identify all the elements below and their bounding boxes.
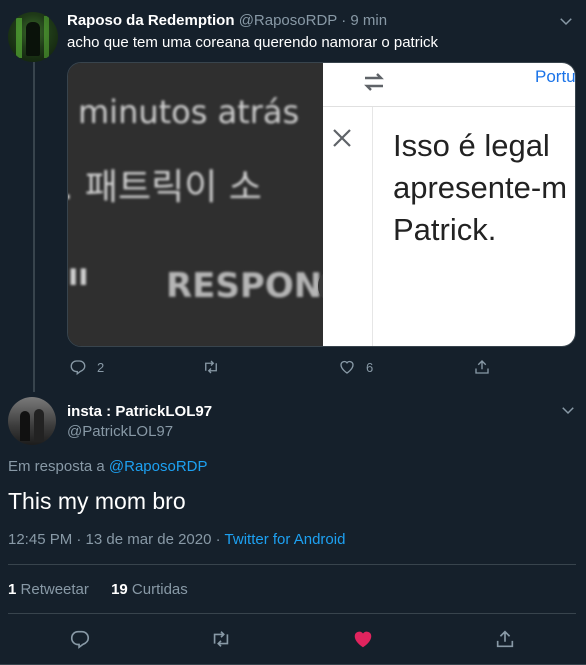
media-left-line1: minutos atrás xyxy=(78,93,300,131)
avatar[interactable] xyxy=(8,397,56,445)
retweet-icon xyxy=(213,631,229,647)
media-left-fragment: ıı xyxy=(68,258,89,293)
divider xyxy=(8,613,576,614)
likes-stat[interactable]: 19 Curtidas xyxy=(111,581,188,598)
retweet-icon xyxy=(205,360,217,374)
tweet-text: acho que tem uma coreana querendo namora… xyxy=(67,34,439,51)
reply-icon xyxy=(70,360,86,376)
chevron-down-icon[interactable] xyxy=(559,401,577,419)
reply-button[interactable]: 2 xyxy=(69,358,104,376)
retweet-button[interactable] xyxy=(202,358,220,376)
reply-icon xyxy=(70,630,90,649)
chevron-down-icon[interactable] xyxy=(557,12,575,30)
media-screenshot-korean: minutos atrás . 패트릭이 소 ıı RESPON xyxy=(67,63,348,346)
retweets-stat[interactable]: 1 Retweetar xyxy=(8,581,89,598)
tweet-text: This my mom bro xyxy=(8,488,186,514)
media-left-line3: RESPON xyxy=(166,266,323,306)
divider xyxy=(8,564,576,565)
tweet-media[interactable]: minutos atrás . 패트릭이 소 ıı RESPON Portu I… xyxy=(67,62,576,347)
tweet-meta: 12:45 PM · 13 de mar de 2020 · Twitter f… xyxy=(8,531,345,548)
source-link[interactable]: Twitter for Android xyxy=(225,531,346,548)
display-name[interactable]: insta : PatrickLOL97 xyxy=(67,403,212,420)
reply-context: Em resposta a @RaposoRDP xyxy=(8,458,208,475)
media-left-line2: . 패트릭이 소 xyxy=(67,167,262,208)
handle[interactable]: @RaposoRDP xyxy=(239,12,337,29)
share-icon xyxy=(475,360,489,374)
close-icon xyxy=(331,127,353,149)
tweet-stats: 1 Retweetar 19 Curtidas xyxy=(8,581,188,598)
media-screenshot-translate: Portu Isso é legal apresente-m Patrick. xyxy=(323,63,576,346)
swap-icon xyxy=(361,69,387,95)
reply-count: 2 xyxy=(97,359,105,375)
handle[interactable]: @PatrickLOL97 xyxy=(67,423,173,440)
share-button[interactable] xyxy=(473,358,491,376)
display-name[interactable]: Raposo da Redemption xyxy=(67,12,235,29)
separator-dot: · xyxy=(341,12,347,29)
tweet-timestamp[interactable]: 12:45 PM · 13 de mar de 2020 · xyxy=(8,531,221,548)
reply-button[interactable] xyxy=(69,628,91,655)
tweet-header: Raposo da Redemption @RaposoRDP · 9 min xyxy=(67,12,387,29)
language-link: Portu xyxy=(535,67,576,86)
like-count: 6 xyxy=(366,359,374,375)
share-icon xyxy=(496,630,514,648)
heart-icon xyxy=(340,360,354,374)
tweet-time[interactable]: 9 min xyxy=(350,12,387,29)
heart-icon xyxy=(354,631,372,648)
thread-line xyxy=(33,62,35,392)
like-button[interactable] xyxy=(352,628,374,655)
avatar[interactable] xyxy=(8,12,58,62)
like-button[interactable]: 6 xyxy=(338,358,373,376)
share-button[interactable] xyxy=(494,628,516,655)
translated-text: Isso é legal apresente-m Patrick. xyxy=(393,128,568,247)
retweet-button[interactable] xyxy=(210,628,232,655)
reply-to-link[interactable]: @RaposoRDP xyxy=(109,458,208,475)
